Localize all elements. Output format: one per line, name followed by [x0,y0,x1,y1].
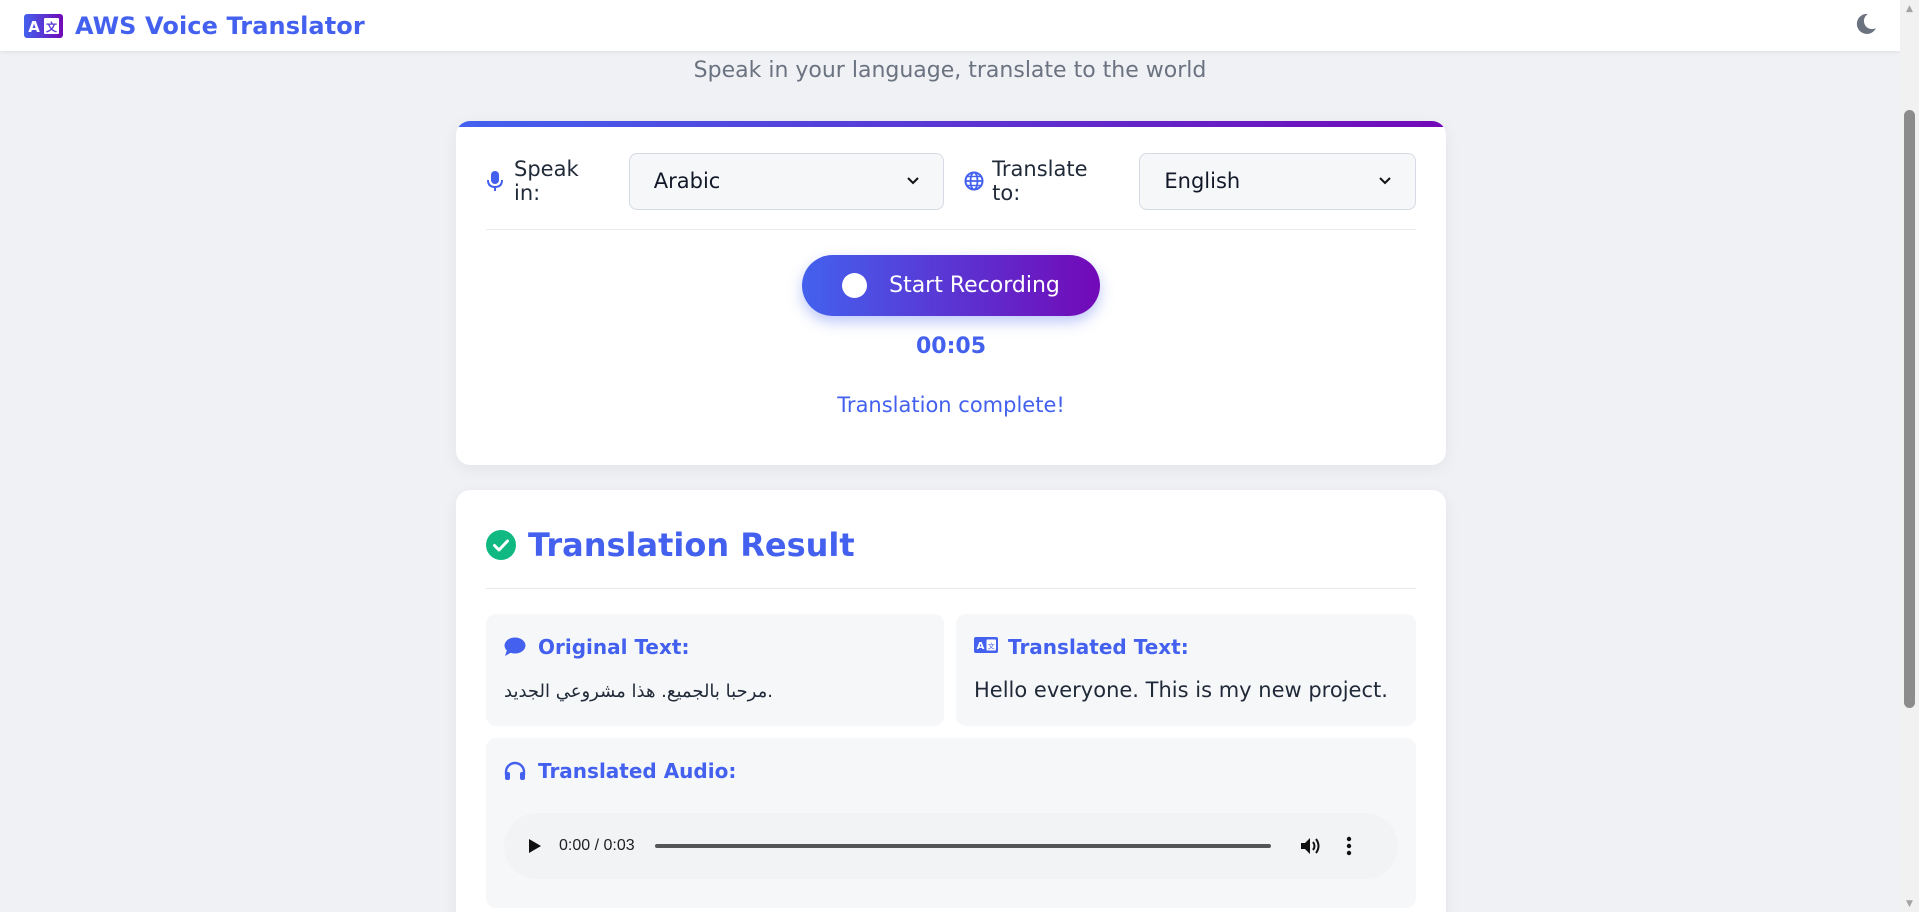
record-dot-icon [842,273,868,298]
original-text-value: مرحبا بالجميع. هذا مشروعي الجديد. [504,681,773,702]
result-title: Translation Result [528,526,855,564]
headphones-icon [504,761,526,781]
scroll-thumb[interactable] [1904,110,1915,708]
chevron-down-icon [907,173,919,189]
microphone-icon [486,171,504,191]
translated-text-title: Translated Text: [1008,635,1189,659]
audio-progress-bar[interactable] [654,844,1271,848]
language-row: Speak in: Arabic Translate to: English [486,152,1416,210]
brand[interactable]: A 文 AWS Voice Translator [24,12,365,40]
check-circle-icon [486,530,516,560]
original-text-header: Original Text: [504,635,689,659]
translated-text-header: A 文 Translated Text: [974,635,1189,659]
more-options-icon[interactable] [1339,834,1359,858]
original-text-title: Original Text: [538,635,690,659]
svg-text:A: A [977,641,985,652]
translate-icon: A 文 [24,13,63,38]
record-button-label: Start Recording [889,273,1060,298]
translated-audio-title: Translated Audio: [538,759,737,783]
audio-player[interactable]: 0:00 / 0:03 [504,813,1398,879]
status-message: Translation complete! [837,393,1065,417]
play-icon[interactable] [524,835,546,857]
translate-to-label: Translate to: [964,157,1121,205]
translated-audio-header: Translated Audio: [504,759,736,783]
divider [486,229,1416,230]
app-title: AWS Voice Translator [75,11,365,40]
speak-language-value: Arabic [653,169,721,193]
start-recording-button[interactable]: Start Recording [802,255,1100,316]
recorder-card: Speak in: Arabic Translate to: English S… [456,121,1446,465]
translated-text-panel: A 文 Translated Text: Hello everyone. Thi… [956,614,1416,726]
svg-text:A: A [28,18,40,36]
volume-icon[interactable] [1299,834,1323,858]
recording-timer: 00:05 [915,334,987,359]
chevron-down-icon [1379,173,1391,189]
divider [486,588,1416,589]
svg-text:文: 文 [46,20,58,34]
speak-in-text: Speak in: [514,157,579,205]
translate-to-text: Translate to: [992,157,1088,205]
moon-icon[interactable] [1854,12,1878,36]
result-card: Translation Result Original Text: مرحبا … [456,490,1446,912]
speak-language-select[interactable]: Arabic [628,152,945,210]
speak-in-label: Speak in: [486,157,611,205]
scroll-down-icon[interactable]: ▼ [1900,895,1919,912]
translated-audio-panel: Translated Audio: 0:00 / 0:03 [486,738,1416,908]
target-language-select[interactable]: English [1139,152,1416,210]
original-text-panel: Original Text: مرحبا بالجميع. هذا مشروعي… [486,614,944,726]
translated-text-value: Hello everyone. This is my new project. [974,678,1388,702]
page-subtitle: Speak in your language, translate to the… [693,58,1207,83]
svg-text:文: 文 [988,642,995,651]
scrollbar[interactable]: ▲ ▼ [1900,0,1919,912]
audio-time: 0:00 / 0:03 [559,837,635,854]
globe-icon [964,171,984,191]
card-accent-bar [456,121,1446,127]
comment-icon [504,637,526,657]
navbar: A 文 AWS Voice Translator [0,0,1900,51]
scroll-up-icon[interactable]: ▲ [1900,0,1919,17]
target-language-value: English [1164,169,1241,193]
language-icon: A 文 [974,637,998,657]
result-header: Translation Result [486,526,855,564]
